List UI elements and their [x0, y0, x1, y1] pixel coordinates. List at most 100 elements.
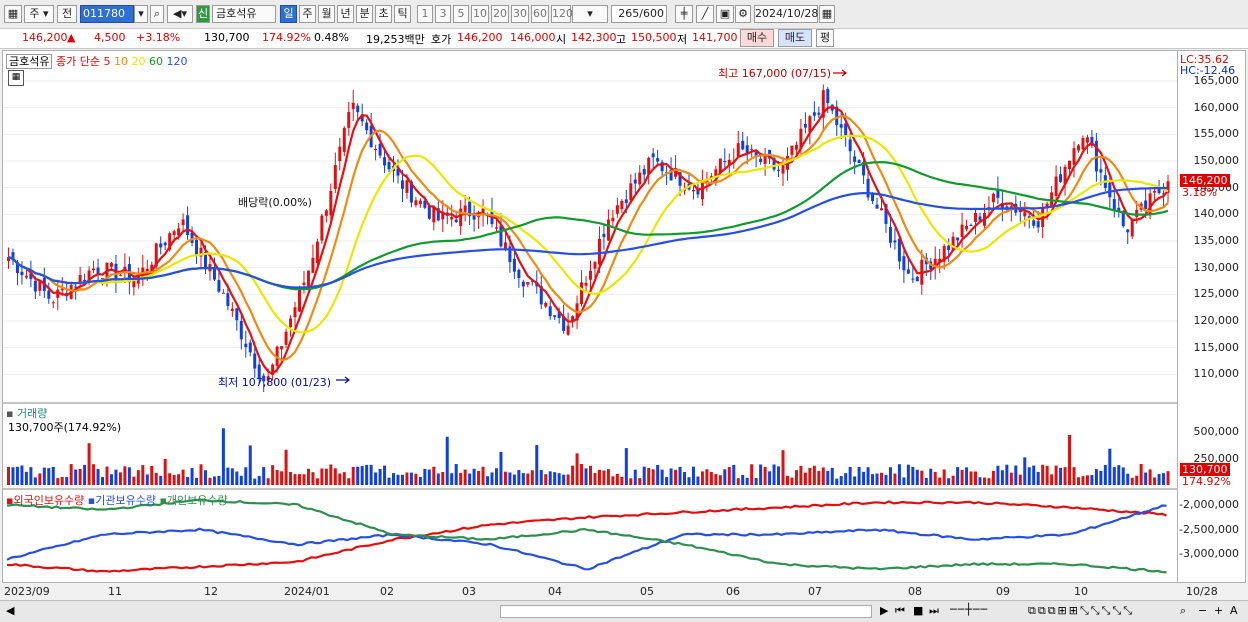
prev-button[interactable]: 전 — [57, 5, 77, 23]
candle — [230, 308, 234, 311]
candle — [1130, 219, 1134, 237]
scroll-thumb[interactable] — [500, 605, 872, 618]
tab-3[interactable]: 년 — [337, 5, 354, 23]
candle — [1032, 220, 1036, 226]
volume-bar — [1041, 464, 1045, 485]
eval-button[interactable]: 평 — [816, 29, 834, 47]
tab-5[interactable]: 초 — [375, 5, 392, 23]
volume-bar — [356, 466, 360, 485]
candle-icon[interactable]: ╪ — [675, 5, 693, 23]
current-pct-tag: 3.18% — [1182, 186, 1217, 200]
num-tab-1[interactable]: 3 — [435, 5, 451, 23]
candle — [593, 262, 597, 269]
period-unit-select[interactable]: 주 ▾ — [24, 5, 54, 23]
chart-icon[interactable]: ▦ — [4, 5, 22, 23]
num-tab-2[interactable]: 5 — [453, 5, 469, 23]
num-tab-0[interactable]: 1 — [417, 5, 433, 23]
candle — [826, 89, 830, 103]
scroll-bar[interactable]: ◀ ▶ ⏮ ■ ⏭ ──┼── ⧉⧉⧉⊞⊞⤡⤡⤡⤡⤡ ⌕ − + A — [0, 600, 1248, 622]
volume-bar — [844, 473, 848, 485]
count-field[interactable]: 265/600 — [611, 5, 667, 23]
volume-bar — [33, 477, 37, 485]
candle — [494, 227, 498, 229]
volume-bar — [409, 472, 413, 485]
tool-icons[interactable]: ⧉⧉⧉⊞⊞⤡⤡⤡⤡⤡ — [1028, 604, 1134, 618]
num-tab-7[interactable]: 120 — [551, 5, 573, 23]
candle — [790, 145, 794, 155]
volume-bar — [812, 465, 816, 485]
stock-name-field[interactable]: 금호석유 — [212, 5, 276, 23]
calendar-icon[interactable]: ▦ — [819, 5, 835, 23]
num-tab-4[interactable]: 20 — [491, 5, 509, 23]
line-tool-icon[interactable]: ╱ — [696, 5, 714, 23]
candle — [109, 263, 113, 267]
tab-2[interactable]: 월 — [318, 5, 335, 23]
holding-line-2 — [6, 498, 1167, 574]
tab-4[interactable]: 분 — [356, 5, 373, 23]
volume-bar — [1144, 472, 1148, 485]
volume-bar — [1068, 434, 1072, 485]
search-icon[interactable]: ⌕ — [150, 5, 164, 23]
volume-bar — [1072, 467, 1076, 485]
candle — [544, 302, 548, 307]
volume-bar — [208, 477, 212, 485]
sell-button[interactable]: 매도 — [778, 29, 812, 47]
volume-bar — [871, 474, 875, 485]
stop-icon[interactable]: ■ — [913, 604, 923, 617]
volume-bar — [499, 451, 503, 485]
volume-bar — [897, 464, 901, 485]
volume-bar — [262, 467, 266, 485]
candle — [794, 144, 798, 150]
candle — [400, 180, 404, 189]
save-icon[interactable]: ▣ — [716, 5, 734, 23]
x-tick: 06 — [726, 585, 740, 598]
volume-bar — [181, 469, 185, 485]
volume-bar — [1130, 477, 1134, 485]
scroll-left-icon[interactable]: ◀ — [6, 604, 14, 617]
volume-bar — [92, 464, 96, 485]
candle — [580, 282, 584, 305]
volume-bar — [906, 464, 910, 485]
date-field[interactable]: 2024/10/28 — [754, 5, 818, 23]
candle — [589, 270, 592, 280]
candle — [302, 282, 306, 285]
volume-bar — [794, 470, 798, 485]
candle — [1135, 209, 1139, 217]
volume-bar — [199, 464, 203, 485]
plus-icon[interactable]: + — [1214, 604, 1223, 617]
candle — [1036, 221, 1040, 228]
num-tab-5[interactable]: 30 — [511, 5, 529, 23]
zoom-icon[interactable]: ⌕ — [1180, 604, 1186, 618]
grid-toggle-icon[interactable]: ▦ — [8, 70, 24, 86]
volume-bar — [105, 466, 109, 485]
forward-icon[interactable]: ⏭ — [929, 604, 939, 618]
volume-bar — [47, 468, 51, 485]
tab-0[interactable]: 일 — [280, 5, 297, 23]
zoom-slider[interactable]: ──┼── — [950, 603, 988, 616]
holding-tick: -2,000,000 — [1179, 497, 1239, 511]
code-input[interactable]: 011780 — [80, 5, 134, 23]
x-tick: 08 — [908, 585, 922, 598]
speaker-icon[interactable]: ◀▾ — [167, 5, 193, 23]
gear-icon[interactable]: ⚙ — [735, 5, 751, 23]
minus-icon[interactable]: − — [1198, 604, 1207, 617]
font-icon[interactable]: A — [1230, 604, 1238, 617]
num-tab-3[interactable]: 10 — [471, 5, 489, 23]
volume-bar — [69, 464, 73, 485]
num-tab-6[interactable]: 60 — [531, 5, 549, 23]
volume-bar — [221, 428, 225, 485]
up-arrow-icon: ▲ — [67, 31, 76, 44]
tab-1[interactable]: 주 — [299, 5, 316, 23]
candle — [347, 112, 351, 128]
candle — [965, 225, 969, 230]
volume-bar — [351, 466, 355, 485]
buy-button[interactable]: 매수 — [740, 29, 774, 47]
chevron-down-icon[interactable]: ▾ — [134, 5, 148, 23]
count-select[interactable]: ▾ — [572, 5, 608, 23]
volume-bar — [78, 468, 82, 485]
rewind-icon[interactable]: ⏮ — [895, 604, 905, 618]
volume-bar — [266, 478, 270, 485]
scroll-right-icon[interactable]: ▶ — [880, 604, 888, 617]
candle — [812, 112, 816, 116]
tab-6[interactable]: 틱 — [394, 5, 411, 23]
